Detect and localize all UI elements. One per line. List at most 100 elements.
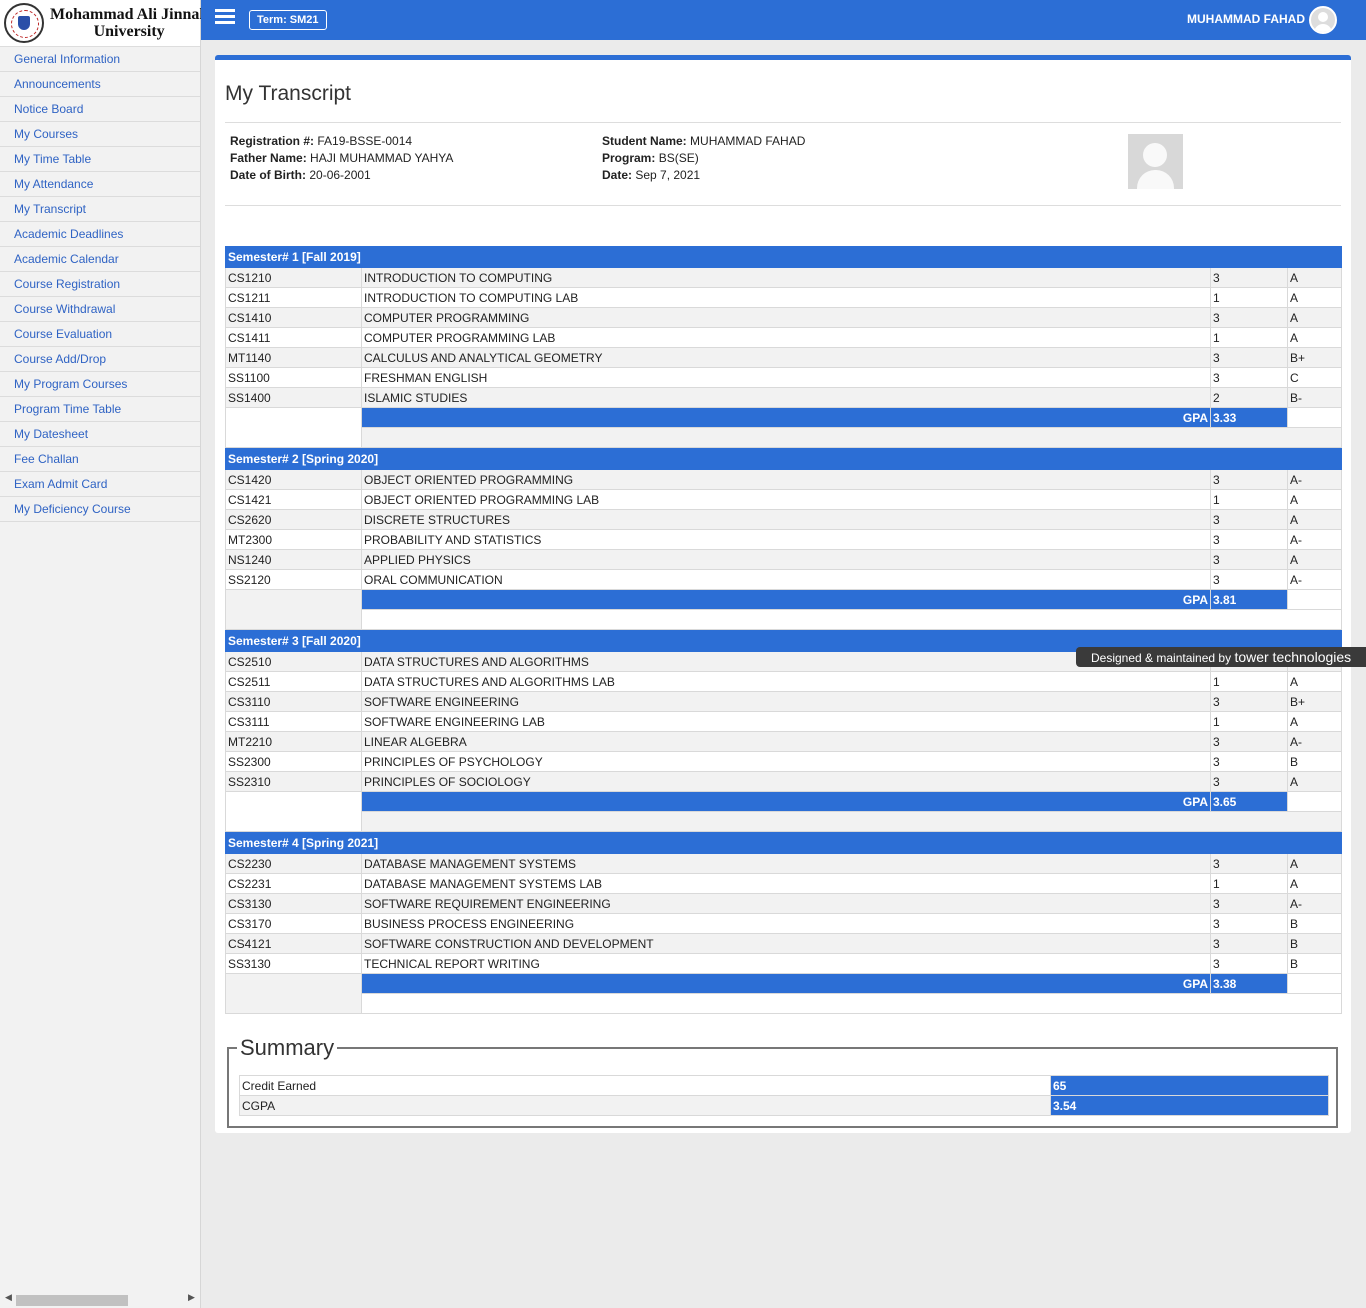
course-credit-hours: 3 bbox=[1210, 771, 1288, 792]
course-credit-hours: 1 bbox=[1210, 327, 1288, 348]
course-credit-hours: 3 bbox=[1210, 307, 1288, 328]
credit-earned-value: 65 bbox=[1050, 1075, 1329, 1096]
scroll-right-arrow-icon[interactable]: ▶ bbox=[188, 1292, 195, 1303]
semester-header: Semester# 4 [Spring 2021] bbox=[224, 832, 1343, 854]
course-name: DATA STRUCTURES AND ALGORITHMS LAB bbox=[361, 671, 1211, 692]
course-row: CS3170 BUSINESS PROCESS ENGINEERING 3 B bbox=[225, 913, 1343, 934]
course-row: CS2620 DISCRETE STRUCTURES 3 A bbox=[225, 509, 1343, 530]
course-grade: A bbox=[1287, 267, 1342, 288]
course-credit-hours: 1 bbox=[1210, 287, 1288, 308]
course-credit-hours: 3 bbox=[1210, 853, 1288, 874]
gpa-row: GPA 3.81 bbox=[225, 589, 1343, 630]
course-row: CS2511 DATA STRUCTURES AND ALGORITHMS LAB… bbox=[225, 671, 1342, 692]
course-row: NS1240 APPLIED PHYSICS 3 A bbox=[225, 549, 1343, 570]
sidebar-nav: General Information Announcements Notice B… bbox=[0, 47, 200, 522]
course-row: MT2210 LINEAR ALGEBRA 3 A- bbox=[225, 731, 1342, 752]
designed-by-badge[interactable]: Designed & maintained by tower technolog… bbox=[1076, 647, 1366, 667]
sidebar-item-exam-admit-card[interactable]: Exam Admit Card bbox=[0, 472, 200, 497]
semester-footer-bar bbox=[226, 609, 1343, 630]
course-code: SS2310 bbox=[225, 771, 362, 792]
sidebar-item-course-registration[interactable]: Course Registration bbox=[0, 272, 200, 297]
gpa-value: 3.33 bbox=[1210, 407, 1288, 428]
course-credit-hours: 3 bbox=[1210, 731, 1288, 752]
user-avatar-icon[interactable] bbox=[1309, 6, 1337, 34]
sidebar-item-course-add-drop[interactable]: Course Add/Drop bbox=[0, 347, 200, 372]
course-credit-hours: 3 bbox=[1210, 953, 1288, 974]
sidebar-item-academic-deadlines[interactable]: Academic Deadlines bbox=[0, 222, 200, 247]
course-row: CS4121 SOFTWARE CONSTRUCTION AND DEVELOPM… bbox=[225, 933, 1343, 954]
scrollbar-thumb[interactable] bbox=[16, 1295, 128, 1306]
sidebar-item-my-time-table[interactable]: My Time Table bbox=[0, 147, 200, 172]
sidebar-item-my-program-courses[interactable]: My Program Courses bbox=[0, 372, 200, 397]
course-row: SS2120 ORAL COMMUNICATION 3 A- bbox=[225, 569, 1343, 590]
sidebar-item-academic-calendar[interactable]: Academic Calendar bbox=[0, 247, 200, 272]
sidebar-item-notice-board[interactable]: Notice Board bbox=[0, 97, 200, 122]
term-badge[interactable]: Term: SM21 bbox=[249, 10, 327, 30]
program: BS(SE) bbox=[658, 151, 699, 165]
course-credit-hours: 3 bbox=[1210, 549, 1288, 570]
brand-name[interactable]: tower technologies bbox=[1234, 649, 1351, 665]
menu-toggle-icon[interactable] bbox=[215, 9, 235, 25]
course-grade: B bbox=[1287, 751, 1342, 772]
sidebar-item-my-transcript[interactable]: My Transcript bbox=[0, 197, 200, 222]
sidebar-item-course-evaluation[interactable]: Course Evaluation bbox=[0, 322, 200, 347]
semester-header: Semester# 2 [Spring 2020] bbox=[224, 448, 1343, 470]
course-grade: A bbox=[1287, 771, 1342, 792]
course-row: SS1100 FRESHMAN ENGLISH 3 C bbox=[225, 367, 1342, 388]
semester-title: Semester# 2 [Spring 2020] bbox=[224, 448, 1343, 470]
sidebar-item-announcements[interactable]: Announcements bbox=[0, 72, 200, 97]
course-grade: B+ bbox=[1287, 347, 1342, 368]
course-grade: A bbox=[1286, 549, 1343, 570]
summary-panel: Summary Credit Earned 65 CGPA 3.54 bbox=[227, 1037, 1338, 1128]
credit-earned-label: Credit Earned bbox=[239, 1075, 1051, 1096]
course-grade: A bbox=[1287, 307, 1342, 328]
father-name: HAJI MUHAMMAD YAHYA bbox=[310, 151, 454, 165]
gpa-label: GPA bbox=[361, 973, 1211, 994]
sidebar-item-my-courses[interactable]: My Courses bbox=[0, 122, 200, 147]
course-name: APPLIED PHYSICS bbox=[361, 549, 1211, 570]
sidebar-item-general-information[interactable]: General Information bbox=[0, 47, 200, 72]
course-grade: A bbox=[1287, 327, 1342, 348]
course-grade: A bbox=[1287, 711, 1342, 732]
gpa-row-filler bbox=[1286, 589, 1343, 610]
course-name: SOFTWARE REQUIREMENT ENGINEERING bbox=[361, 893, 1211, 914]
course-name: BUSINESS PROCESS ENGINEERING bbox=[361, 913, 1211, 934]
divider bbox=[225, 205, 1341, 206]
university-logo[interactable]: Mohammad Ali Jinnah University bbox=[0, 0, 208, 47]
user-name[interactable]: MUHAMMAD FAHAD bbox=[1187, 12, 1305, 26]
sidebar-item-my-attendance[interactable]: My Attendance bbox=[0, 172, 200, 197]
gpa-row-filler bbox=[1287, 791, 1342, 812]
scroll-left-arrow-icon[interactable]: ◀ bbox=[5, 1292, 12, 1303]
course-code: CS3111 bbox=[225, 711, 362, 732]
semester-footer-bar bbox=[226, 427, 1342, 448]
transcript-date: Sep 7, 2021 bbox=[635, 168, 701, 182]
course-grade: A bbox=[1287, 671, 1342, 692]
course-name: PRINCIPLES OF PSYCHOLOGY bbox=[361, 751, 1211, 772]
sidebar-item-program-time-table[interactable]: Program Time Table bbox=[0, 397, 200, 422]
sidebar-horizontal-scrollbar[interactable]: ◀ ▶ bbox=[0, 1292, 200, 1306]
course-name: ORAL COMMUNICATION bbox=[361, 569, 1211, 590]
course-credit-hours: 3 bbox=[1210, 751, 1288, 772]
sidebar-item-fee-challan[interactable]: Fee Challan bbox=[0, 447, 200, 472]
semester-title: Semester# 4 [Spring 2021] bbox=[224, 832, 1343, 854]
course-code: MT1140 bbox=[225, 347, 362, 368]
course-grade: A bbox=[1286, 853, 1343, 874]
semester-footer-cell bbox=[360, 609, 1343, 630]
course-credit-hours: 3 bbox=[1210, 933, 1288, 954]
course-row: SS2310 PRINCIPLES OF SOCIOLOGY 3 A bbox=[225, 771, 1342, 792]
course-credit-hours: 3 bbox=[1210, 347, 1288, 368]
course-row: CS3111 SOFTWARE ENGINEERING LAB 1 A bbox=[225, 711, 1342, 732]
sidebar-item-course-withdrawal[interactable]: Course Withdrawal bbox=[0, 297, 200, 322]
semester-header: Semester# 1 [Fall 2019] bbox=[225, 246, 1342, 268]
course-credit-hours: 1 bbox=[1210, 711, 1288, 732]
semester-table: Semester# 2 [Spring 2020] CS1420 OBJECT OR… bbox=[224, 448, 1343, 630]
course-name: OBJECT ORIENTED PROGRAMMING bbox=[361, 469, 1211, 490]
course-row: CS1420 OBJECT ORIENTED PROGRAMMING 3 A- bbox=[225, 469, 1343, 490]
course-name: DATABASE MANAGEMENT SYSTEMS LAB bbox=[361, 873, 1211, 894]
sidebar-item-my-datesheet[interactable]: My Datesheet bbox=[0, 422, 200, 447]
student-info-right: Student Name: MUHAMMAD FAHAD Program: BS… bbox=[602, 134, 806, 182]
course-row: CS3110 SOFTWARE ENGINEERING 3 B+ bbox=[225, 691, 1342, 712]
course-name: COMPUTER PROGRAMMING bbox=[361, 307, 1211, 328]
sidebar-item-my-deficiency-course[interactable]: My Deficiency Course bbox=[0, 497, 200, 522]
course-code: CS2230 bbox=[225, 853, 362, 874]
